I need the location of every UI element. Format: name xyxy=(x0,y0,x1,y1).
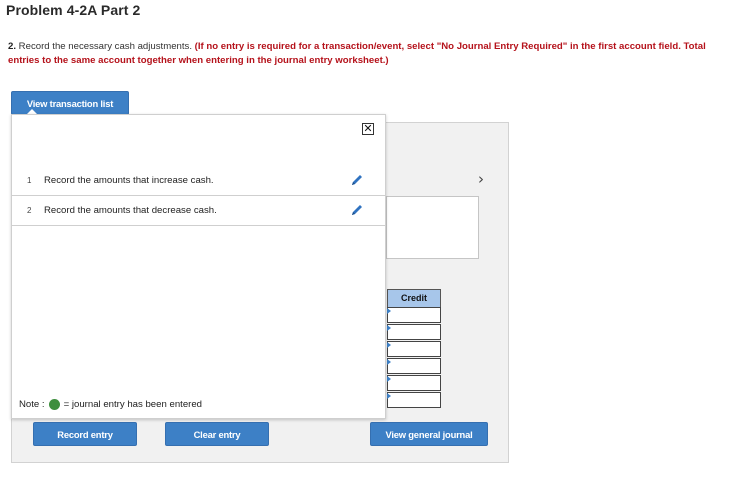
worksheet-description-box xyxy=(386,196,479,259)
transaction-number: 2 xyxy=(27,206,32,215)
transaction-number: 1 xyxy=(27,176,32,185)
instructions-text: Record the necessary cash adjustments. xyxy=(16,41,195,52)
transaction-label: Record the amounts that decrease cash. xyxy=(44,205,217,216)
credit-column-header: Credit xyxy=(387,289,441,308)
pencil-icon[interactable] xyxy=(350,203,364,220)
view-general-journal-button[interactable]: View general journal xyxy=(370,422,488,446)
page-title: Problem 4-2A Part 2 xyxy=(6,2,141,18)
instructions: 2. Record the necessary cash adjustments… xyxy=(8,40,718,68)
entered-status-icon xyxy=(48,399,60,410)
credit-input[interactable] xyxy=(387,307,441,323)
transaction-label: Record the amounts that increase cash. xyxy=(44,175,214,186)
clear-entry-button[interactable]: Clear entry xyxy=(165,422,269,446)
transaction-row[interactable]: 2 Record the amounts that decrease cash. xyxy=(12,196,385,226)
credit-input[interactable] xyxy=(387,341,441,357)
credit-input[interactable] xyxy=(387,392,441,408)
pencil-icon[interactable] xyxy=(350,173,364,190)
note-prefix: Note : xyxy=(19,399,45,410)
record-entry-button[interactable]: Record entry xyxy=(33,422,137,446)
close-icon[interactable]: ✕ xyxy=(362,123,374,135)
instructions-number: 2. xyxy=(8,41,17,52)
transaction-row[interactable]: 1 Record the amounts that increase cash. xyxy=(12,166,385,196)
note-text: = journal entry has been entered xyxy=(63,399,203,410)
legend-note: Note : = journal entry has been entered xyxy=(19,399,202,410)
transaction-list-popup xyxy=(11,114,386,419)
next-arrow-icon[interactable]: › xyxy=(478,170,484,188)
credit-input[interactable] xyxy=(387,358,441,374)
credit-input[interactable] xyxy=(387,375,441,391)
credit-input[interactable] xyxy=(387,324,441,340)
